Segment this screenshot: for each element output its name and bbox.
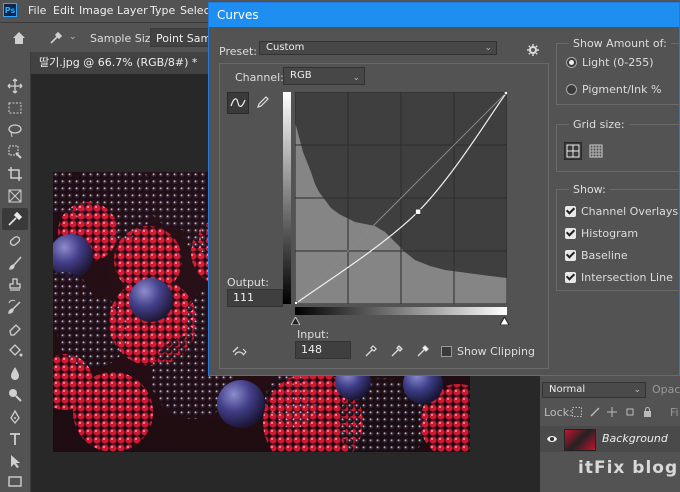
watermark: itFix blog	[578, 458, 679, 478]
lock-all-icon[interactable]	[643, 407, 652, 417]
lock-position-icon[interactable]	[607, 407, 617, 417]
light-radio-label: Light (0-255)	[582, 56, 654, 69]
chevron-down-icon: ⌄	[352, 73, 360, 83]
eye-visibility-icon[interactable]	[546, 434, 558, 444]
output-label: Output:	[227, 276, 269, 289]
preset-select[interactable]: Custom ⌄	[259, 41, 497, 55]
curve-edit-mode-button[interactable]	[227, 92, 249, 114]
toolbox	[0, 52, 31, 492]
object-select-tool-icon[interactable]	[7, 144, 23, 160]
curve-control-point[interactable]	[504, 92, 508, 95]
curve-control-point[interactable]	[415, 208, 421, 215]
curve-icon	[230, 98, 246, 107]
clone-stamp-tool-icon[interactable]	[7, 277, 23, 293]
eraser-tool-icon[interactable]	[7, 321, 23, 337]
pigment-radio-label: Pigment/Ink %	[582, 83, 662, 96]
channel-overlays-checkbox[interactable]	[565, 206, 576, 217]
type-tool-icon[interactable]	[7, 431, 23, 447]
lock-artboard-icon[interactable]	[625, 407, 635, 417]
on-image-adjustment-icon[interactable]	[231, 345, 247, 359]
eyedropper-icon[interactable]	[48, 30, 64, 46]
blur-tool-icon[interactable]	[7, 365, 23, 381]
layer-name[interactable]: Background	[602, 432, 668, 445]
photoshop-logo[interactable]: Ps	[3, 3, 17, 17]
preset-options-gear-icon[interactable]	[527, 44, 539, 56]
show-clipping-checkbox[interactable]	[441, 346, 452, 357]
lock-label: Lock:	[544, 406, 573, 419]
grid-size-group: Grid size:	[556, 118, 680, 172]
show-title: Show:	[569, 183, 610, 196]
channel-select[interactable]: RGB ⌄	[283, 67, 365, 85]
gray-eyedropper-icon[interactable]	[390, 344, 404, 358]
history-brush-tool-icon[interactable]	[7, 299, 23, 315]
simple-grid-icon	[566, 144, 580, 158]
light-radio[interactable]	[566, 57, 577, 68]
blend-mode-select[interactable]: Normal ⌄	[542, 382, 646, 398]
fill-label: Fi	[670, 406, 679, 419]
rectangle-tool-icon[interactable]	[7, 473, 23, 489]
black-eyedropper-icon[interactable]	[364, 344, 378, 358]
histogram-checkbox[interactable]	[565, 228, 576, 239]
preset-value: Custom	[266, 42, 305, 53]
dialog-title[interactable]: Curves	[209, 3, 679, 27]
input-field[interactable]: 148	[295, 341, 351, 359]
simple-grid-button[interactable]	[564, 142, 582, 160]
histogram-label: Histogram	[581, 227, 639, 240]
menu-type[interactable]: Type	[150, 4, 175, 17]
output-field[interactable]: 111	[227, 289, 283, 307]
input-label: Input:	[297, 328, 330, 341]
white-eyedropper-icon[interactable]	[416, 344, 430, 358]
preset-label: Preset:	[219, 45, 258, 58]
move-tool-icon[interactable]	[7, 78, 23, 94]
output-gradient-bar	[283, 92, 291, 304]
pigment-radio[interactable]	[566, 84, 577, 95]
channel-value: RGB	[290, 70, 312, 81]
white-point-slider[interactable]	[500, 317, 509, 325]
pen-tool-icon[interactable]	[7, 409, 23, 425]
show-amount-group: Show Amount of: Light (0-255) Pigment/In…	[556, 37, 680, 105]
opacity-label: Opaci	[652, 383, 680, 396]
show-clipping-label: Show Clipping	[457, 345, 535, 358]
layer-thumbnail	[564, 429, 596, 451]
black-point-slider[interactable]	[291, 317, 300, 325]
frame-tool-icon[interactable]	[7, 188, 23, 204]
chevron-down-icon: ⌄	[633, 385, 641, 395]
crop-tool-icon[interactable]	[7, 166, 23, 182]
layer-row-background[interactable]: Background	[540, 426, 680, 452]
lock-brush-icon[interactable]	[590, 407, 600, 417]
home-icon[interactable]	[11, 30, 27, 46]
marquee-tool-icon[interactable]	[7, 100, 23, 116]
lasso-tool-icon[interactable]	[7, 122, 23, 138]
pencil-icon[interactable]	[255, 94, 271, 110]
baseline-label: Baseline	[581, 249, 628, 262]
eyedropper-tool-icon[interactable]	[7, 211, 23, 227]
show-options-group: Show: Channel Overlays Histogram Baselin…	[556, 183, 680, 291]
curve-graph[interactable]	[295, 92, 507, 304]
path-selection-tool-icon[interactable]	[7, 453, 23, 469]
dodge-tool-icon[interactable]	[7, 387, 23, 403]
grid-size-title: Grid size:	[569, 118, 629, 131]
chevron-down-icon: ⌄	[484, 43, 492, 53]
menu-layer[interactable]: Layer	[117, 4, 148, 17]
document-tab[interactable]: 딸기.jpg @ 66.7% (RGB/8#) *	[31, 52, 211, 74]
channel-label: Channel:	[235, 71, 284, 84]
healing-brush-tool-icon[interactable]	[7, 233, 23, 249]
input-gradient-bar	[295, 307, 507, 315]
menu-edit[interactable]: Edit	[53, 4, 74, 17]
menu-file[interactable]: File	[28, 4, 46, 17]
blend-mode-value: Normal	[549, 384, 586, 395]
intersection-line-checkbox[interactable]	[565, 272, 576, 283]
chevron-down-icon[interactable]: ⌄	[69, 32, 77, 42]
menu-image[interactable]: Image	[79, 4, 113, 17]
brush-tool-icon[interactable]	[7, 255, 23, 271]
paint-bucket-tool-icon[interactable]	[7, 343, 23, 359]
baseline-checkbox[interactable]	[565, 250, 576, 261]
show-amount-title: Show Amount of:	[569, 37, 671, 50]
lock-pixels-icon[interactable]	[572, 407, 582, 417]
channel-overlays-label: Channel Overlays	[581, 205, 679, 218]
curve-control-point[interactable]	[295, 301, 298, 305]
detailed-grid-icon[interactable]	[588, 143, 604, 159]
curves-dialog: Curves Preset: Custom ⌄ Channel: RGB ⌄ O…	[208, 2, 680, 376]
intersection-line-label: Intersection Line	[581, 271, 673, 284]
